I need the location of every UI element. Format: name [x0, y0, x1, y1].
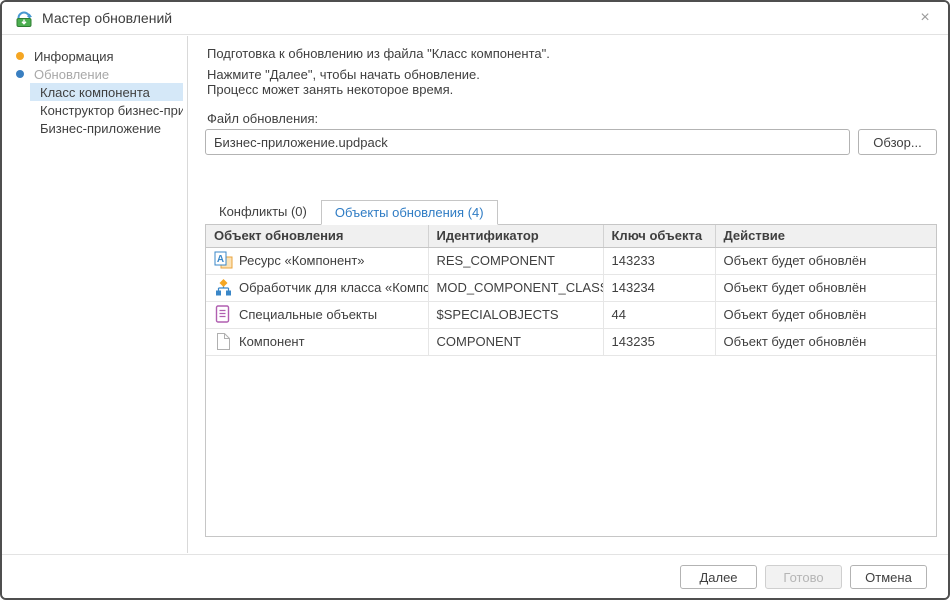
title-bar: Мастер обновлений × — [2, 2, 948, 35]
object-key: 44 — [603, 301, 715, 328]
object-identifier: MOD_COMPONENT_CLASS_HANDLER — [428, 274, 603, 301]
resource-icon: A — [214, 251, 233, 270]
object-key: 143233 — [603, 247, 715, 274]
browse-button[interactable]: Обзор... — [858, 129, 937, 155]
object-action: Объект будет обновлён — [715, 274, 936, 301]
cancel-button[interactable]: Отмена — [850, 565, 927, 589]
table-row[interactable]: Специальные объекты $SPECIALOBJECTS 44 О… — [206, 301, 936, 328]
column-header-object[interactable]: Объект обновления — [206, 225, 428, 247]
object-identifier: COMPONENT — [428, 328, 603, 355]
update-file-input[interactable] — [205, 129, 850, 155]
table-row[interactable]: A Ресурс «Компонент» RES_COMPONENT 14323… — [206, 247, 936, 274]
object-name: Специальные объекты — [239, 304, 377, 326]
tab-bar: Конфликты (0) Объекты обновления (4) — [205, 199, 498, 224]
svg-text:A: A — [217, 254, 224, 265]
footer-bar: Далее Готово Отмена — [2, 554, 948, 598]
update-package-icon — [14, 8, 34, 28]
step-label: Класс компонента — [40, 85, 150, 100]
intro-line-2: Нажмите "Далее", чтобы начать обновление… — [207, 67, 550, 82]
object-name: Ресурс «Компонент» — [239, 250, 365, 272]
main-panel: Подготовка к обновлению из файла "Класс … — [189, 36, 948, 553]
document-icon — [214, 332, 233, 351]
step-label: Обновление — [34, 67, 109, 82]
object-name: Компонент — [239, 331, 305, 353]
sidebar-item-information[interactable]: Информация — [2, 47, 187, 65]
column-header-identifier[interactable]: Идентификатор — [428, 225, 603, 247]
object-identifier: RES_COMPONENT — [428, 247, 603, 274]
update-wizard-dialog: Мастер обновлений × Информация Обновлени… — [0, 0, 950, 600]
update-objects-table: Объект обновления Идентификатор Ключ объ… — [205, 224, 937, 537]
object-identifier: $SPECIALOBJECTS — [428, 301, 603, 328]
object-action: Объект будет обновлён — [715, 247, 936, 274]
finish-button[interactable]: Готово — [765, 565, 842, 589]
sidebar-item-update[interactable]: Обновление — [2, 65, 187, 83]
step-label: Конструктор бизнес-прило... — [40, 103, 183, 118]
special-objects-icon — [214, 305, 233, 324]
object-name: Обработчик для класса «Компонент» — [239, 277, 428, 299]
window-title: Мастер обновлений — [42, 10, 172, 26]
wizard-steps-sidebar: Информация Обновление Класс компонента К… — [2, 36, 188, 553]
table-header-row: Объект обновления Идентификатор Ключ объ… — [206, 225, 936, 247]
orange-dot-icon — [16, 52, 24, 60]
object-action: Объект будет обновлён — [715, 328, 936, 355]
intro-text: Подготовка к обновлению из файла "Класс … — [207, 46, 550, 97]
step-label: Бизнес-приложение — [40, 121, 161, 136]
step-label: Информация — [34, 49, 114, 64]
close-icon[interactable]: × — [914, 10, 936, 26]
column-header-action[interactable]: Действие — [715, 225, 936, 247]
sidebar-item-business-app-constructor[interactable]: Конструктор бизнес-прило... — [30, 101, 183, 119]
sidebar-item-component-class[interactable]: Класс компонента — [30, 83, 183, 101]
blue-dot-icon — [16, 70, 24, 78]
intro-line-1: Подготовка к обновлению из файла "Класс … — [207, 46, 550, 61]
table-row[interactable]: Компонент COMPONENT 143235 Объект будет … — [206, 328, 936, 355]
tab-conflicts[interactable]: Конфликты (0) — [205, 199, 321, 224]
next-button[interactable]: Далее — [680, 565, 757, 589]
file-field-label: Файл обновления: — [207, 111, 318, 126]
intro-line-3: Процесс может занять некоторое время. — [207, 82, 550, 97]
handler-icon — [214, 278, 233, 297]
column-header-key[interactable]: Ключ объекта — [603, 225, 715, 247]
object-action: Объект будет обновлён — [715, 301, 936, 328]
object-key: 143235 — [603, 328, 715, 355]
table-row[interactable]: Обработчик для класса «Компонент» MOD_CO… — [206, 274, 936, 301]
object-key: 143234 — [603, 274, 715, 301]
sidebar-item-business-app[interactable]: Бизнес-приложение — [30, 119, 183, 137]
tab-update-objects[interactable]: Объекты обновления (4) — [321, 200, 498, 225]
